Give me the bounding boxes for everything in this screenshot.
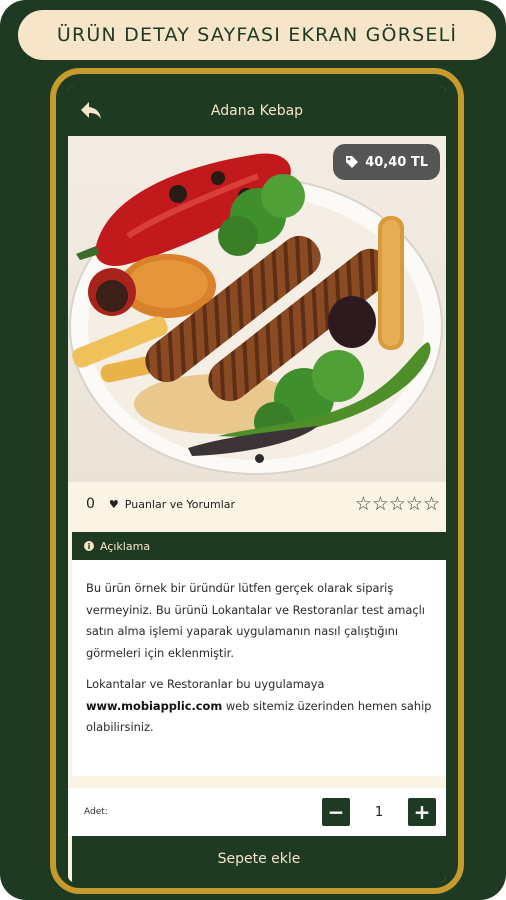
- description-header: i Açıklama: [72, 532, 446, 560]
- price-text: 40,40 TL: [365, 154, 428, 170]
- product-image[interactable]: 40,40 TL: [68, 136, 446, 482]
- carousel-indicator[interactable]: [255, 454, 264, 463]
- description-body: Bu ürün örnek bir üründür lütfen gerçek …: [72, 560, 446, 776]
- increase-quantity-button[interactable]: +: [408, 798, 436, 826]
- quantity-value: 1: [374, 804, 384, 820]
- price-badge: 40,40 TL: [333, 144, 440, 180]
- description-paragraph-2: Lokantalar ve Restoranlar bu uygulamaya …: [86, 674, 432, 739]
- quantity-label: Adet:: [84, 807, 108, 817]
- page-title: Adana Kebap: [210, 103, 304, 119]
- phone-mockup: Adana Kebap 40,40 TL 0 ♥ Puanlar ve Yoru…: [50, 68, 464, 894]
- description-paragraph-1: Bu ürün örnek bir üründür lütfen gerçek …: [86, 581, 425, 660]
- ratings-row: 0 ♥ Puanlar ve Yorumlar ☆☆☆☆☆: [68, 482, 446, 526]
- promo-banner: ÜRÜN DETAY SAYFASI EKRAN GÖRSELİ: [18, 10, 496, 60]
- add-to-cart-button[interactable]: Sepete ekle: [72, 836, 446, 882]
- quantity-stepper: − 1 +: [322, 798, 436, 826]
- quantity-row: Adet: − 1 +: [68, 788, 446, 836]
- ratings-count: 0: [86, 496, 95, 512]
- tag-icon: [346, 156, 359, 168]
- decrease-quantity-button[interactable]: −: [322, 798, 350, 826]
- back-button[interactable]: [74, 94, 108, 128]
- promo-frame: ÜRÜN DETAY SAYFASI EKRAN GÖRSELİ Adana K…: [0, 0, 506, 900]
- star-rating[interactable]: ☆☆☆☆☆: [355, 493, 440, 515]
- app-screen: Adana Kebap 40,40 TL 0 ♥ Puanlar ve Yoru…: [68, 86, 446, 882]
- website-link[interactable]: www.mobiapplic.com: [86, 699, 222, 713]
- app-bar: Adana Kebap: [68, 86, 446, 136]
- info-icon: i: [84, 541, 94, 551]
- ratings-link[interactable]: Puanlar ve Yorumlar: [125, 498, 235, 511]
- description-text-before-link: Lokantalar ve Restoranlar bu uygulamaya: [86, 677, 325, 691]
- description-title: Açıklama: [100, 539, 151, 553]
- heart-icon: ♥: [108, 497, 119, 511]
- kebab-plate-illustration: [69, 153, 443, 475]
- back-arrow-icon: [81, 102, 101, 119]
